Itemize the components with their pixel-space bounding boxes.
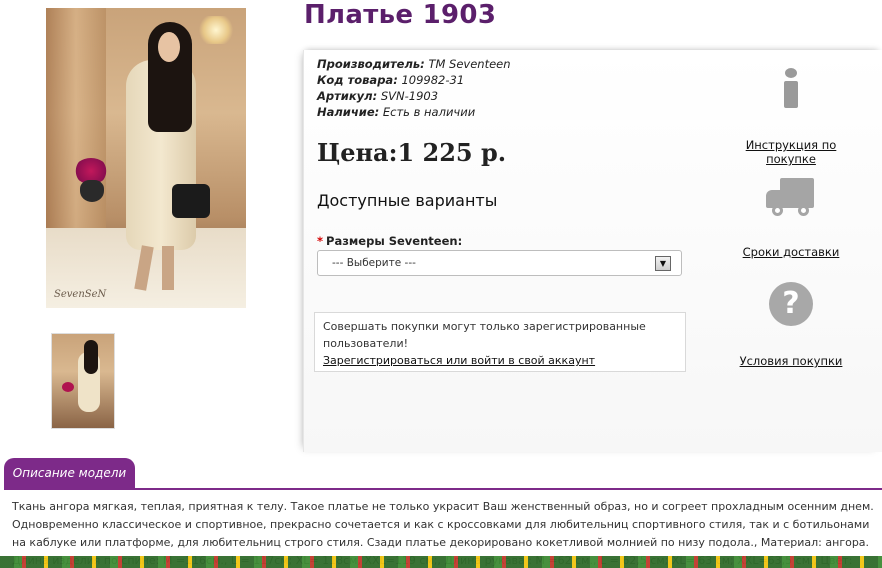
purchase-instruction-link[interactable]: Инструкция по покупке bbox=[721, 138, 861, 166]
thumb-flowers bbox=[62, 382, 74, 392]
product-price: Цена:1 225 р. bbox=[317, 138, 507, 167]
product-main-image[interactable]: SevenSeN bbox=[46, 8, 246, 308]
info-icon bbox=[781, 68, 801, 108]
chevron-down-icon[interactable]: ▼ bbox=[655, 256, 671, 271]
product-info-panel: Производитель: TM Seventeen Код товара: … bbox=[303, 50, 882, 452]
photo-bag bbox=[172, 184, 210, 218]
photo-face bbox=[158, 32, 180, 62]
meta-sku: Артикул: SVN-1903 bbox=[317, 88, 511, 104]
delivery-terms-item[interactable]: Сроки доставки bbox=[721, 178, 861, 259]
product-meta: Производитель: TM Seventeen Код товара: … bbox=[317, 56, 511, 120]
variants-heading: Доступные варианты bbox=[317, 191, 498, 210]
truck-icon bbox=[766, 178, 816, 218]
tab-description[interactable]: Описание модели bbox=[4, 458, 135, 488]
size-select[interactable]: --- Выберите --- ▼ bbox=[317, 250, 682, 276]
size-label: * Размеры Seventeen: bbox=[317, 234, 462, 248]
meta-manufacturer: Производитель: TM Seventeen bbox=[317, 56, 511, 72]
holiday-garland-decoration bbox=[0, 556, 882, 568]
meta-sku-value: SVN-1903 bbox=[380, 89, 439, 103]
product-thumbnail[interactable] bbox=[51, 333, 115, 429]
size-label-text: Размеры Seventeen: bbox=[326, 234, 463, 248]
required-mark: * bbox=[317, 234, 324, 248]
meta-stock-value: Есть в наличии bbox=[382, 105, 476, 119]
question-icon: ? bbox=[769, 282, 813, 326]
meta-manufacturer-key: Производитель: bbox=[317, 57, 425, 71]
meta-stock: Наличие: Есть в наличии bbox=[317, 104, 511, 120]
thumb-hair bbox=[84, 340, 98, 374]
meta-code: Код товара: 109982-31 bbox=[317, 72, 511, 88]
photo-vase bbox=[80, 180, 104, 202]
meta-manufacturer-value: TM Seventeen bbox=[428, 57, 511, 71]
purchase-conditions-item[interactable]: ? Условия покупки bbox=[721, 282, 861, 368]
delivery-terms-link[interactable]: Сроки доставки bbox=[721, 245, 861, 259]
size-select-value: --- Выберите --- bbox=[332, 257, 416, 269]
photo-chandelier bbox=[196, 16, 236, 44]
meta-stock-key: Наличие: bbox=[317, 105, 380, 119]
register-login-link[interactable]: Зарегистрироваться или войти в свой акка… bbox=[323, 352, 677, 369]
photo-leg bbox=[162, 246, 174, 290]
meta-sku-key: Артикул: bbox=[317, 89, 378, 103]
login-notice: Совершать покупки могут только зарегистр… bbox=[314, 312, 686, 372]
photo-signature: SevenSeN bbox=[54, 289, 107, 300]
login-notice-text: Совершать покупки могут только зарегистр… bbox=[323, 320, 646, 350]
meta-code-value: 109982-31 bbox=[401, 73, 465, 87]
purchase-conditions-link[interactable]: Условия покупки bbox=[721, 354, 861, 368]
purchase-instruction-item[interactable]: Инструкция по покупке bbox=[721, 68, 861, 166]
product-title: Платье 1903 bbox=[304, 0, 497, 30]
meta-code-key: Код товара: bbox=[317, 73, 398, 87]
